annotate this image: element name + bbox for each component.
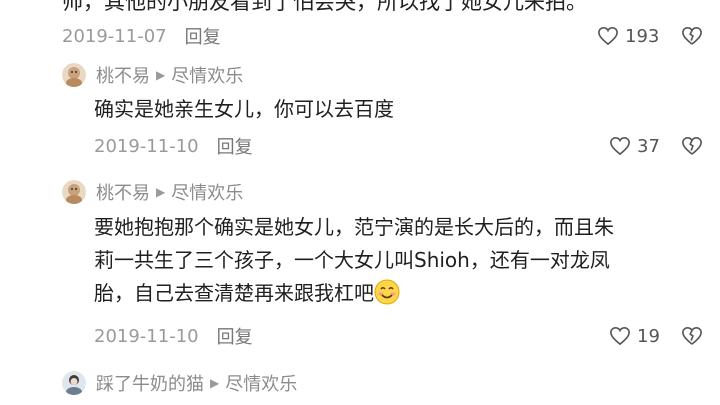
- avatar[interactable]: [62, 63, 86, 87]
- right-triangle-icon: ▶: [156, 68, 166, 82]
- reply-to-username[interactable]: 尽情欢乐: [225, 370, 297, 396]
- comment-user-row: 桃不易 ▶ 尽情欢乐: [62, 59, 243, 91]
- username[interactable]: 桃不易: [96, 62, 150, 88]
- reply-button[interactable]: 回复: [185, 23, 221, 49]
- comment-line: 莉一共生了三个孩子，一个大女儿叫Shioh，还有一对龙凤: [94, 248, 610, 272]
- comment-user-row: 桃不易 ▶ 尽情欢乐: [62, 176, 243, 208]
- broken-heart-icon: [682, 26, 702, 45]
- avatar[interactable]: [62, 371, 86, 395]
- comment-date: 2019-11-07: [62, 25, 167, 47]
- like-count: 19: [637, 325, 660, 347]
- top-comment-meta: 2019-11-07 回复: [62, 21, 221, 51]
- comment-date: 2019-11-10: [94, 135, 199, 157]
- like-button[interactable]: 37: [609, 131, 660, 161]
- broken-heart-icon: [682, 326, 702, 345]
- reply-to-username[interactable]: 尽情欢乐: [171, 179, 243, 205]
- right-triangle-icon: ▶: [156, 185, 166, 199]
- comment-meta: 2019-11-10 回复: [94, 321, 253, 351]
- comment-text: 确实是她亲生女儿，你可以去百度: [94, 93, 394, 126]
- broken-heart-icon: [682, 136, 702, 155]
- comment-line: 胎，自己去查清楚再来跟我杠吧: [94, 281, 374, 305]
- top-comment-text: 帅，其他的小朋友看到了怕会哭，所以找了她女儿来拍。: [62, 0, 587, 14]
- comment-line: 确实是她亲生女儿，你可以去百度: [94, 97, 394, 121]
- heart-outline-icon: [610, 136, 630, 156]
- like-button[interactable]: 193: [597, 21, 659, 51]
- avatar[interactable]: [62, 180, 86, 204]
- reply-button[interactable]: 回复: [217, 133, 253, 159]
- smiling-face-emoji: [374, 279, 400, 305]
- dislike-button[interactable]: [681, 21, 703, 51]
- comment-date: 2019-11-10: [94, 325, 199, 347]
- comment-line: 要她抱抱那个确实是她女儿，范宁演的是长大后的，而且朱: [94, 215, 614, 239]
- like-count: 193: [625, 25, 660, 47]
- heart-outline-icon: [610, 326, 630, 346]
- right-triangle-icon: ▶: [210, 376, 220, 390]
- dislike-button[interactable]: [681, 131, 703, 161]
- like-button[interactable]: 19: [609, 321, 660, 351]
- heart-outline-icon: [598, 26, 618, 46]
- username[interactable]: 踩了牛奶的猫: [96, 370, 204, 396]
- comment-meta: 2019-11-10 回复: [94, 131, 253, 161]
- comment-user-row: 踩了牛奶的猫 ▶ 尽情欢乐: [62, 367, 297, 399]
- like-count: 37: [637, 135, 660, 157]
- reply-to-username[interactable]: 尽情欢乐: [171, 62, 243, 88]
- reply-button[interactable]: 回复: [217, 323, 253, 349]
- username[interactable]: 桃不易: [96, 179, 150, 205]
- comment-line-last: 胎，自己去查清楚再来跟我杠吧: [94, 277, 614, 310]
- comment-text: 要她抱抱那个确实是她女儿，范宁演的是长大后的，而且朱 莉一共生了三个孩子，一个大…: [94, 211, 614, 310]
- dislike-button[interactable]: [681, 321, 703, 351]
